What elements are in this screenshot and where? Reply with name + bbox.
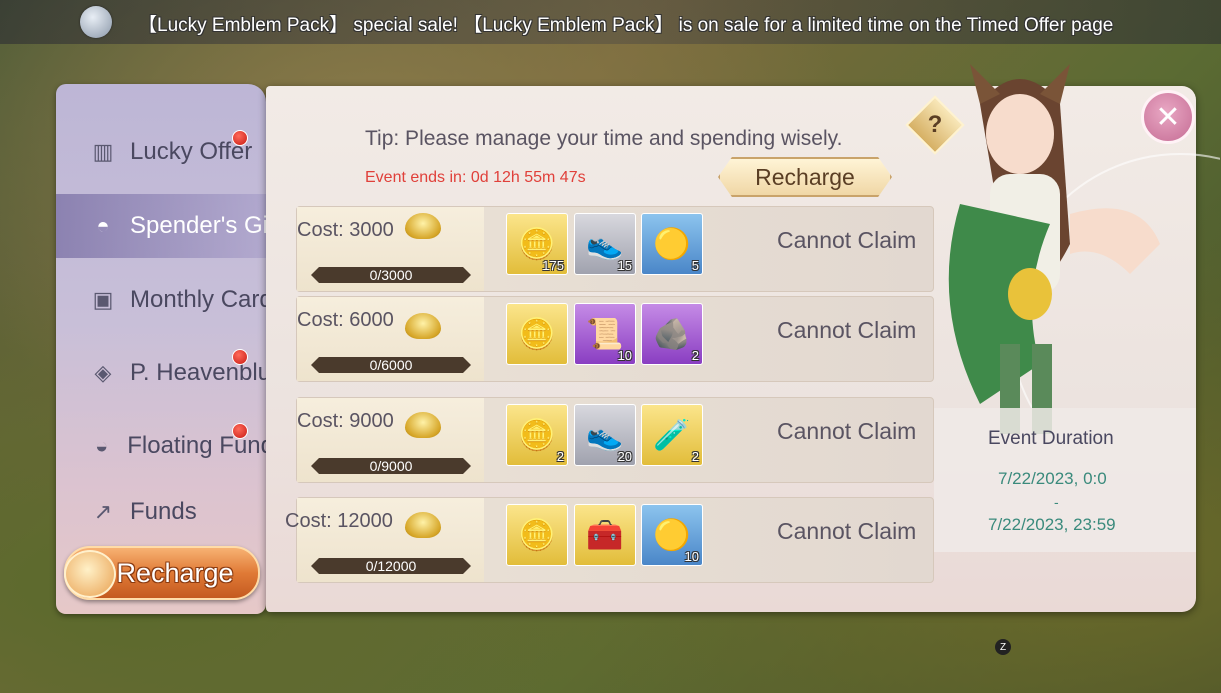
sidebar-item-floating-funds[interactable]: ◒ Floating Funds [56,414,286,478]
reward-quantity: 10 [617,348,632,363]
ingot-icon [405,213,441,239]
reward-tier-row: Cost: 6000 0/6000 🪙 📜 10 🪨 2 Cannot Clai… [296,296,934,382]
event-date-separator: - [1054,494,1059,510]
ingot-icon [64,550,116,598]
reward-item[interactable]: 🟡 10 [641,504,703,566]
ingot-icon: 🪙 [518,518,556,552]
tier-progress-bar: 0/9000 [311,458,471,474]
sidebar-item-label: Spender's Gift [130,212,282,239]
ore-icon: 🪨 [653,317,691,351]
card-icon: ▣ [92,287,114,312]
sidebar-item-lucky-offer[interactable]: ▥ Lucky Offer [56,120,286,184]
chest-icon: 🧰 [586,518,624,552]
reward-quantity: 20 [617,449,632,464]
reward-quantity: 2 [691,348,699,363]
tier-cost: Cost: 12000 [285,510,393,532]
ticker-message: 【Lucky Emblem Pack】 special sale! 【Lucky… [138,15,1114,36]
ingot-icon [405,313,441,339]
ticket-icon: ▥ [92,139,114,164]
ingot-icon: ◓ [96,213,110,238]
tier-progress-bar: 0/6000 [311,357,471,373]
event-countdown: Event ends in: 0d 12h 55m 47s [365,169,586,186]
ingot-icon: 🪙 [518,418,556,452]
reward-quantity: 10 [684,549,699,564]
overlay-key-badge: Z [995,639,1011,655]
sidebar-item-label: Floating Funds [127,432,286,459]
arm-shape [1070,208,1160,274]
reward-item[interactable]: 🪙 [506,504,568,566]
coin-icon [80,6,112,38]
tier-progress-bar: 0/12000 [311,558,471,574]
event-start-date: 7/22/2023, 0:0 [998,469,1107,488]
close-icon: ✕ [1155,100,1181,134]
reward-item[interactable]: 👟 15 [574,213,636,275]
sidebar-item-label: Monthly Card [130,286,273,313]
reward-item[interactable]: 🪨 2 [641,303,703,365]
claim-status[interactable]: Cannot Claim [777,518,916,545]
event-duration-title: Event Duration [988,428,1114,449]
event-end-date: 7/22/2023, 23:59 [988,515,1116,534]
pouch-shape [1008,268,1052,320]
ingot-icon [405,512,441,538]
question-icon: ? [927,111,943,138]
close-button[interactable]: ✕ [1141,90,1195,144]
tier-progress-bar: 0/3000 [311,267,471,283]
reward-tier-row: Cost: 12000 0/12000 🪙 🧰 🟡 10 Cannot Clai… [285,497,934,583]
recharge-label: Recharge [116,557,234,588]
notification-dot [232,423,248,439]
reward-item[interactable]: 🪙 2 [506,404,568,466]
tier-cost: Cost: 3000 [297,219,394,241]
chart-icon: ↗ [93,499,113,524]
reward-quantity: 175 [542,258,564,273]
ingot-icon [405,412,441,438]
ingot-icon: 🪙 [518,317,556,351]
reward-quantity: 5 [691,258,699,273]
reward-tier-row: Cost: 3000 0/3000 🪙 175 👟 15 🟡 5 Cannot … [296,206,934,292]
reward-quantity: 2 [556,449,564,464]
tier-cost: Cost: 9000 [297,410,394,432]
diamond-icon: ◈ [94,360,112,385]
notification-dot [232,349,248,365]
sidebar-item-p-heavenblue[interactable]: ◈ P. Heavenblue [56,341,286,405]
tier-cost: Cost: 6000 [297,309,394,331]
reward-item[interactable]: 🧪 2 [641,404,703,466]
sidebar-item-monthly-card[interactable]: ▣ Monthly Card [56,268,286,332]
potion-icon: 🧪 [653,418,691,452]
reward-item[interactable]: 🪙 [506,303,568,365]
announcement-ticker: 【Lucky Emblem Pack】 special sale! 【Lucky… [0,0,1221,44]
spending-tip: Tip: Please manage your time and spendin… [365,127,843,150]
reward-item[interactable]: 🟡 5 [641,213,703,275]
sidebar-item-label: P. Heavenblue [130,359,285,386]
reward-quantity: 2 [691,449,699,464]
coin-icon: 🟡 [653,227,691,261]
claim-status[interactable]: Cannot Claim [777,418,916,445]
sidebar-item-funds[interactable]: ↗ Funds [56,486,286,538]
sidebar-item-label: Funds [130,498,197,525]
bowl-icon: ◒ [94,433,109,458]
face-shape [986,94,1054,174]
reward-item[interactable]: 📜 10 [574,303,636,365]
sidebar-recharge-button[interactable]: Recharge [64,546,260,600]
claim-status[interactable]: Cannot Claim [777,227,916,254]
claim-status[interactable]: Cannot Claim [777,317,916,344]
reward-tier-row: Cost: 9000 0/9000 🪙 2 👟 20 🧪 2 Cannot Cl… [296,397,934,483]
sidebar-item-spenders-gift[interactable]: ◓ Spender's Gift [56,194,286,258]
recharge-button[interactable]: Recharge [718,157,892,197]
reward-item[interactable]: 👟 20 [574,404,636,466]
reward-item[interactable]: 🪙 175 [506,213,568,275]
notification-dot [232,130,248,146]
reward-quantity: 15 [617,258,632,273]
reward-item[interactable]: 🧰 [574,504,636,566]
